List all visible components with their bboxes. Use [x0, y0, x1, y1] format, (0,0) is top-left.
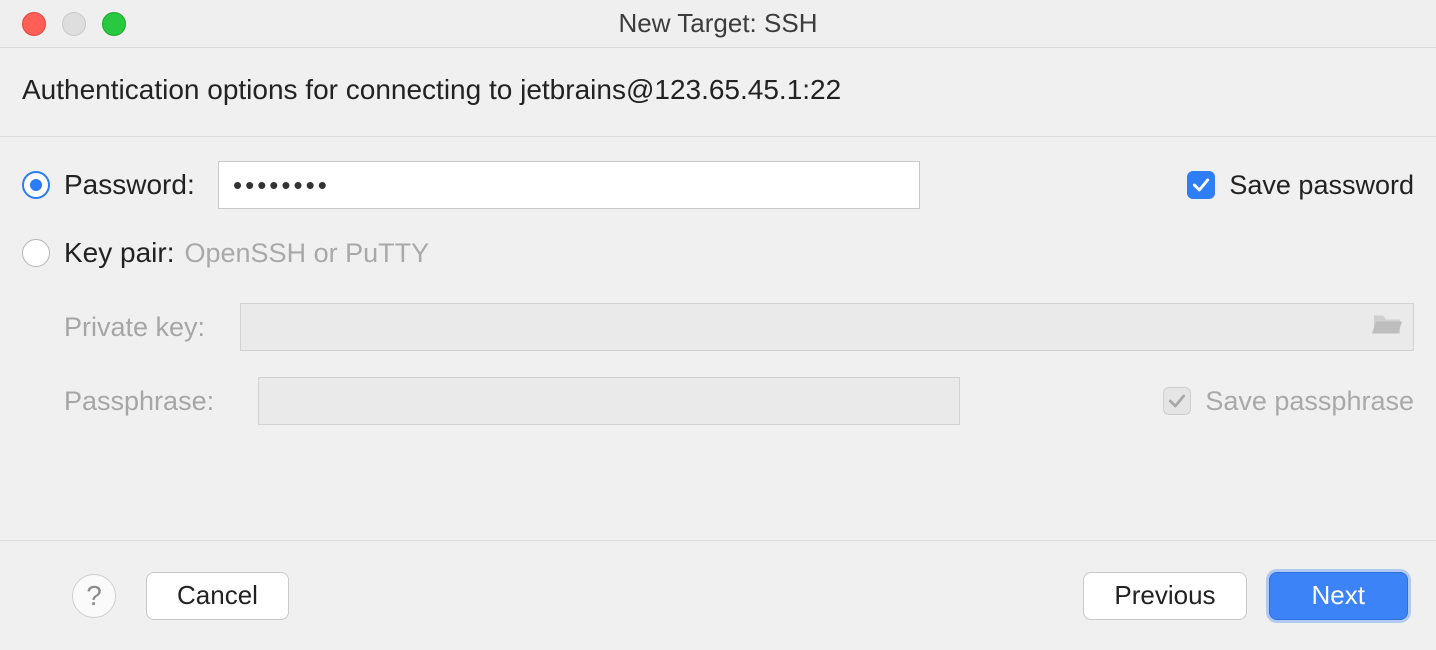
window-controls	[22, 12, 126, 36]
password-radio-label: Password:	[64, 169, 195, 201]
keypair-row: Key pair: OpenSSH or PuTTY	[22, 237, 1414, 269]
save-password-label: Save password	[1229, 170, 1414, 201]
private-key-input	[240, 303, 1414, 351]
help-button[interactable]: ?	[72, 574, 116, 618]
previous-button[interactable]: Previous	[1083, 572, 1246, 620]
private-key-label: Private key:	[64, 312, 240, 343]
auth-form: Password: Save password Key pair: OpenSS…	[0, 137, 1436, 435]
keypair-hint: OpenSSH or PuTTY	[185, 238, 430, 269]
password-radio[interactable]	[22, 171, 50, 199]
passphrase-row: Passphrase: Save passphrase	[64, 377, 1414, 425]
window-title: New Target: SSH	[0, 8, 1436, 39]
keypair-radio-label: Key pair:	[64, 237, 175, 269]
close-window-button[interactable]	[22, 12, 46, 36]
save-passphrase-label: Save passphrase	[1205, 386, 1414, 417]
minimize-window-button[interactable]	[62, 12, 86, 36]
password-row: Password: Save password	[22, 161, 1414, 209]
next-button[interactable]: Next	[1269, 572, 1408, 620]
password-input[interactable]	[218, 161, 920, 209]
save-password-checkbox[interactable]	[1187, 171, 1215, 199]
cancel-button[interactable]: Cancel	[146, 572, 289, 620]
titlebar: New Target: SSH	[0, 0, 1436, 48]
footer: ? Cancel Previous Next	[0, 540, 1436, 650]
folder-icon	[1372, 312, 1402, 343]
private-key-row: Private key:	[64, 303, 1414, 351]
save-passphrase-checkbox	[1163, 387, 1191, 415]
keypair-radio[interactable]	[22, 239, 50, 267]
passphrase-label: Passphrase:	[64, 386, 258, 417]
maximize-window-button[interactable]	[102, 12, 126, 36]
passphrase-input	[258, 377, 960, 425]
page-heading: Authentication options for connecting to…	[0, 48, 1436, 137]
